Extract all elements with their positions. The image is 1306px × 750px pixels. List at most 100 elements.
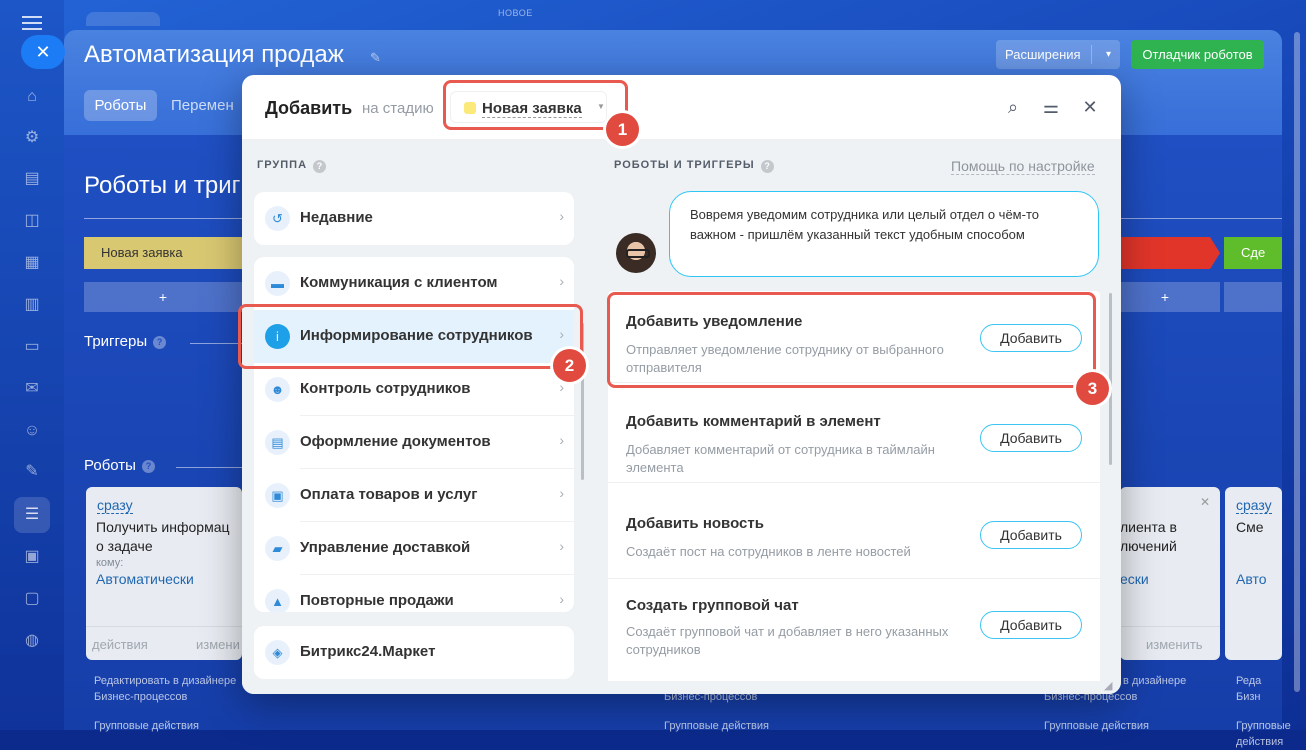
group-item-documents[interactable]: ▤ Оформление документов › xyxy=(254,416,574,469)
top-tab xyxy=(86,12,160,26)
group-item-client-communication[interactable]: ▬ Коммуникация с клиентом › xyxy=(254,257,574,310)
callout-badge-2: 2 xyxy=(553,349,586,382)
help-icon[interactable]: ? xyxy=(760,160,774,173)
robot-item-create-group-chat[interactable]: Создать групповой чат Создаёт групповой … xyxy=(608,579,1100,671)
search-icon[interactable]: ⌕ xyxy=(1003,97,1023,117)
pin-icon[interactable]: ✎ xyxy=(370,50,381,66)
dialog-header: Добавить на стадию Новая заявка ▼ ⌕ ⚌ ✕ xyxy=(242,75,1121,140)
robot-item-add-comment[interactable]: Добавить комментарий в элемент Добавляет… xyxy=(608,391,1100,483)
add-trigger-button[interactable] xyxy=(1224,282,1282,312)
highlight-group-item xyxy=(238,304,583,369)
chevron-right-icon: › xyxy=(559,538,564,554)
chat-icon[interactable]: ◫ xyxy=(21,210,43,232)
history-icon: ↺ xyxy=(265,206,290,231)
group-item-delivery[interactable]: ▰ Управление доставкой › xyxy=(254,522,574,575)
chevron-right-icon: › xyxy=(559,273,564,289)
add-robot-button[interactable]: Добавить xyxy=(980,521,1082,549)
robot-card[interactable]: сразу Получить информац о задаче кому: А… xyxy=(86,487,242,660)
extensions-label: Расширения xyxy=(1005,47,1081,62)
help-icon[interactable]: ? xyxy=(141,460,155,473)
robots-scrollbar[interactable] xyxy=(1109,293,1112,465)
robot-title: Добавить комментарий в элемент xyxy=(626,413,881,430)
tab-robots[interactable]: Роботы xyxy=(84,90,157,121)
chevron-down-icon: ▾ xyxy=(1105,49,1111,60)
robot-param-value: ески xyxy=(1120,571,1149,587)
add-trigger-button[interactable]: + xyxy=(1110,282,1220,312)
add-robot-button[interactable]: Добавить xyxy=(980,424,1082,452)
robot-delay-link[interactable]: сразу xyxy=(1236,497,1272,514)
robot-icon[interactable]: ◍ xyxy=(21,630,43,652)
robot-edit[interactable]: изменить xyxy=(1146,637,1203,652)
edit-in-designer-link[interactable]: Реда Бизн xyxy=(1236,673,1261,705)
help-icon[interactable]: ? xyxy=(153,336,167,349)
contacts-icon[interactable]: ☺ xyxy=(21,420,43,442)
wallet-icon: ▣ xyxy=(265,483,290,508)
robot-description: Создаёт групповой чат и добавляет в него… xyxy=(626,624,949,657)
group-actions-link[interactable]: Групповые действия xyxy=(664,718,769,734)
divider xyxy=(84,218,244,219)
group-label: Оплата товаров и услуг xyxy=(300,486,478,503)
activity-icon[interactable]: ⚙ xyxy=(21,127,43,149)
divider xyxy=(190,343,242,344)
hint-text: Вовремя уведомим сотрудника или целый от… xyxy=(690,207,1039,242)
filter-settings-icon[interactable]: ⚌ xyxy=(1041,97,1061,117)
robot-item-add-news[interactable]: Добавить новость Создаёт пост на сотрудн… xyxy=(608,491,1100,579)
add-trigger-button[interactable]: + xyxy=(84,282,242,312)
home-icon[interactable]: ⌂ xyxy=(21,86,43,108)
calendar-icon[interactable]: ▦ xyxy=(21,252,43,274)
dialog-subtitle: на стадию xyxy=(362,100,434,117)
truck-icon: ▰ xyxy=(265,536,290,561)
robot-edit[interactable]: измени xyxy=(196,637,240,652)
extensions-button[interactable]: Расширения ▾ xyxy=(996,40,1120,69)
group-item-payments[interactable]: ▣ Оплата товаров и услуг › xyxy=(254,469,574,522)
group-item-repeat-sales[interactable]: ▲ Повторные продажи › xyxy=(254,575,574,612)
box-icon[interactable]: ▢ xyxy=(21,588,43,610)
robot-description: Добавляет комментарий от сотрудника в та… xyxy=(626,442,935,475)
group-item-recent[interactable]: ↺ Недавние › xyxy=(254,192,574,245)
help-setup-link[interactable]: Помощь по настройке xyxy=(951,158,1095,175)
section-title: Роботы и триг xyxy=(84,172,241,199)
market-icon: ◈ xyxy=(265,640,290,665)
highlight-robot-item xyxy=(607,292,1096,388)
group-item-market[interactable]: ◈ Битрикс24.Маркет xyxy=(254,626,574,679)
group-actions-link[interactable]: Групповые действия xyxy=(1044,718,1149,734)
group-label: Контроль сотрудников xyxy=(300,380,471,397)
close-icon[interactable]: ✕ xyxy=(1080,97,1100,117)
tasks-icon[interactable]: ▤ xyxy=(21,168,43,190)
group-label: Коммуникация с клиентом xyxy=(300,274,498,291)
robot-debugger-button[interactable]: Отладчик роботов xyxy=(1131,40,1264,69)
tab-variables[interactable]: Перемен xyxy=(171,97,234,114)
robot-actions[interactable]: действия xyxy=(92,637,148,652)
add-robot-button[interactable]: Добавить xyxy=(980,611,1082,639)
group-actions-link[interactable]: Групповые действия xyxy=(94,718,199,734)
funnel-icon[interactable]: ☰ xyxy=(21,504,43,526)
close-icon[interactable]: ✕ xyxy=(1200,495,1210,509)
help-icon[interactable]: ? xyxy=(313,160,327,173)
close-icon: ✕ xyxy=(35,42,51,62)
robot-card[interactable]: ✕ лиента в лючений ески изменить xyxy=(1120,487,1220,660)
page-title: Автоматизация продаж xyxy=(84,41,344,68)
people-icon: ☻ xyxy=(265,377,290,402)
divider xyxy=(1120,218,1282,219)
left-sidebar: ⌂ ⚙ ▤ ◫ ▦ ▥ ▭ ✉ ☺ ✎ ☰ ▣ ▢ ◍ xyxy=(0,0,64,730)
menu-icon[interactable] xyxy=(22,16,42,30)
callout-badge-3: 3 xyxy=(1076,372,1109,405)
sign-icon[interactable]: ✎ xyxy=(21,461,43,483)
mail-icon[interactable]: ✉ xyxy=(21,378,43,400)
edit-in-designer-link[interactable]: Редактировать в дизайнере Бизнес-процесс… xyxy=(94,673,236,705)
group-item-employee-control[interactable]: ☻ Контроль сотрудников › xyxy=(254,363,574,416)
robot-card[interactable]: сразу Сме Авто xyxy=(1225,487,1282,660)
group-header: ГРУППА? xyxy=(257,159,327,173)
chat-icon: ▬ xyxy=(265,271,290,296)
chevron-right-icon: › xyxy=(559,208,564,224)
group-actions-link[interactable]: Групповые действия xyxy=(1236,718,1306,750)
robots-label: Роботы? xyxy=(84,457,155,474)
docs-icon[interactable]: ▥ xyxy=(21,294,43,316)
page-scrollbar[interactable] xyxy=(1294,32,1300,692)
resize-handle-icon[interactable]: ◢ xyxy=(1104,679,1112,692)
robot-delay-link[interactable]: сразу xyxy=(97,497,133,514)
shop-icon[interactable]: ▣ xyxy=(21,546,43,568)
card-icon[interactable]: ▭ xyxy=(21,336,43,358)
dialog-title: Добавить xyxy=(265,98,353,118)
close-slider-button[interactable]: ✕ xyxy=(21,35,65,69)
